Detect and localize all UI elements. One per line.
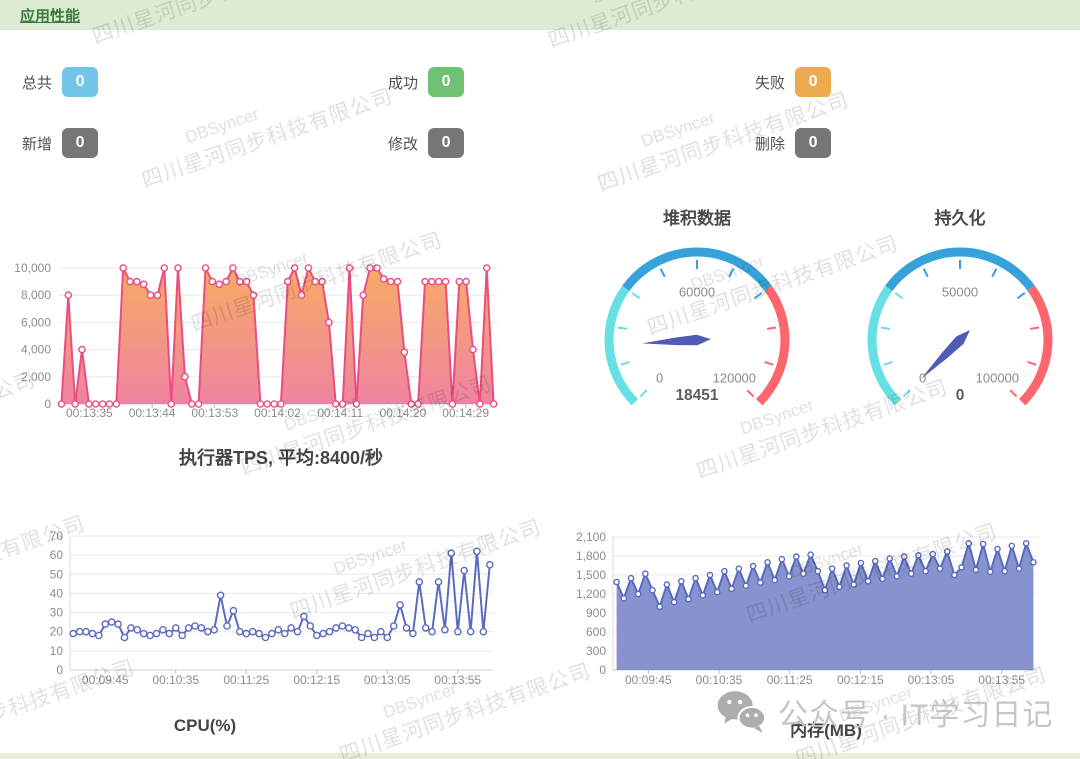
stat-insert-label: 新增 [22, 133, 52, 154]
memory-chart: 2,100 1,800 1,500 1,200 900 600 300 0 00:09:45 00… [558, 523, 1060, 695]
svg-text:00:10:35: 00:10:35 [152, 673, 199, 687]
svg-text:1,500: 1,500 [576, 568, 606, 582]
gauge-backlog: 0 60000 120000 18451 [597, 232, 797, 452]
svg-text:00:13:35: 00:13:35 [66, 406, 113, 420]
stat-delete: 删除 0 [755, 127, 831, 159]
stat-success-badge: 0 [428, 67, 464, 97]
dashboard-page: 应用性能 总共 0 成功 0 失败 0 新增 0 修改 0 删除 0 10,00… [0, 0, 1080, 759]
stat-total-label: 总共 [22, 72, 52, 93]
wechat-banner: 公众号 · IT学习日记 [716, 690, 1053, 734]
svg-text:00:13:05: 00:13:05 [364, 673, 411, 687]
svg-text:4,000: 4,000 [21, 343, 51, 357]
svg-text:00:13:44: 00:13:44 [129, 406, 176, 420]
svg-text:00:09:45: 00:09:45 [82, 673, 129, 687]
stat-delete-label: 删除 [755, 133, 785, 154]
stat-insert-badge: 0 [62, 128, 98, 158]
svg-text:1,800: 1,800 [576, 549, 606, 563]
svg-text:60000: 60000 [679, 285, 715, 300]
svg-text:00:09:45: 00:09:45 [625, 673, 672, 687]
svg-text:00:11:25: 00:11:25 [223, 673, 269, 687]
stat-fail-label: 失败 [755, 72, 785, 93]
svg-text:00:14:29: 00:14:29 [442, 406, 489, 420]
svg-text:20: 20 [50, 625, 64, 639]
svg-text:0: 0 [56, 663, 63, 677]
stat-delete-badge: 0 [795, 128, 831, 158]
svg-text:00:10:35: 00:10:35 [696, 673, 743, 687]
stat-insert: 新增 0 [22, 127, 98, 159]
svg-text:900: 900 [586, 606, 606, 620]
stat-update-label: 修改 [388, 133, 418, 154]
svg-text:50000: 50000 [942, 285, 978, 300]
stat-total-badge: 0 [62, 67, 98, 97]
svg-text:0: 0 [599, 663, 606, 677]
svg-text:0: 0 [656, 370, 663, 385]
svg-text:00:12:15: 00:12:15 [837, 673, 884, 687]
svg-text:00:13:55: 00:13:55 [978, 673, 1025, 687]
svg-text:18451: 18451 [675, 387, 718, 404]
wechat-icon [716, 690, 766, 734]
svg-text:2,100: 2,100 [576, 530, 606, 544]
svg-text:60: 60 [50, 548, 64, 562]
svg-text:8,000: 8,000 [21, 288, 51, 302]
tps-chart: 10,000 8,000 6,000 4,000 2,000 0 00:13:35 00:13… [15, 243, 515, 423]
svg-text:120000: 120000 [713, 370, 756, 385]
svg-text:2,000: 2,000 [21, 370, 51, 384]
top-banner: 应用性能 [0, 0, 1080, 30]
stat-success: 成功 0 [388, 66, 464, 98]
tps-chart-title: 执行器TPS, 平均:8400/秒 [81, 444, 481, 470]
svg-text:00:14:02: 00:14:02 [254, 406, 301, 420]
svg-text:1,200: 1,200 [576, 587, 606, 601]
gauge-backlog-title: 堆积数据 [597, 204, 797, 229]
svg-text:00:11:25: 00:11:25 [767, 673, 813, 687]
svg-text:0: 0 [919, 370, 926, 385]
cpu-chart-title: CPU(%) [55, 716, 355, 736]
svg-text:600: 600 [586, 625, 606, 639]
stat-total: 总共 0 [22, 66, 98, 98]
app-performance-link[interactable]: 应用性能 [20, 5, 80, 26]
svg-text:00:14:11: 00:14:11 [317, 406, 363, 420]
stat-update: 修改 0 [388, 127, 464, 159]
svg-text:00:14:20: 00:14:20 [380, 406, 427, 420]
svg-text:300: 300 [586, 644, 606, 658]
svg-text:0: 0 [44, 397, 51, 411]
svg-text:00:13:53: 00:13:53 [191, 406, 238, 420]
svg-text:6,000: 6,000 [21, 315, 51, 329]
svg-text:10,000: 10,000 [15, 261, 51, 275]
stat-success-label: 成功 [388, 72, 418, 93]
svg-text:10: 10 [50, 644, 64, 658]
svg-text:70: 70 [50, 529, 64, 543]
gauge-persistence-title: 持久化 [860, 204, 1060, 229]
cpu-chart: 70 60 50 40 30 20 10 0 00:09:45 00:10:35 00:11:25 0… [25, 523, 505, 695]
stat-fail: 失败 0 [755, 66, 831, 98]
svg-text:0: 0 [956, 387, 965, 404]
bottom-strip [0, 753, 1080, 759]
stat-fail-badge: 0 [795, 67, 831, 97]
watermark-tile: DBSyncer四川星河同步科技有限公司 [122, 0, 578, 264]
wechat-account-text: 公众号 · IT学习日记 [778, 690, 1053, 734]
svg-text:00:12:15: 00:12:15 [293, 673, 340, 687]
svg-text:00:13:55: 00:13:55 [434, 673, 481, 687]
svg-text:50: 50 [50, 567, 64, 581]
svg-text:00:13:05: 00:13:05 [908, 673, 955, 687]
stat-update-badge: 0 [428, 128, 464, 158]
gauge-persistence: 0 50000 100000 0 [860, 232, 1060, 452]
svg-text:100000: 100000 [976, 370, 1019, 385]
svg-text:30: 30 [50, 606, 64, 620]
svg-text:40: 40 [50, 586, 64, 600]
